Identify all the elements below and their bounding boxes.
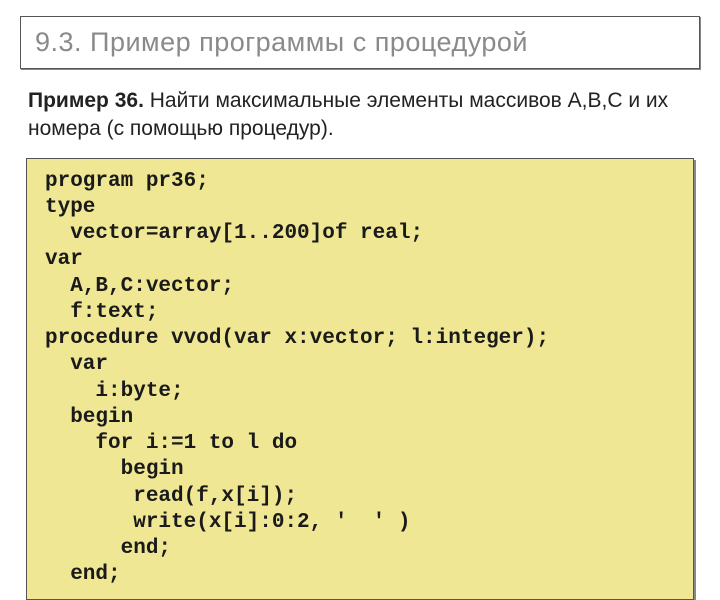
code-block: program pr36; type vector=array[1..200]o… — [45, 169, 679, 589]
slide-page: 9.3. Пример программы с процедурой Приме… — [0, 0, 720, 540]
code-container: program pr36; type vector=array[1..200]o… — [26, 158, 694, 600]
title-container: 9.3. Пример программы с процедурой — [20, 16, 700, 69]
example-description: Пример 36. Найти максимальные элементы м… — [28, 87, 692, 144]
slide-title: 9.3. Пример программы с процедурой — [35, 27, 685, 58]
